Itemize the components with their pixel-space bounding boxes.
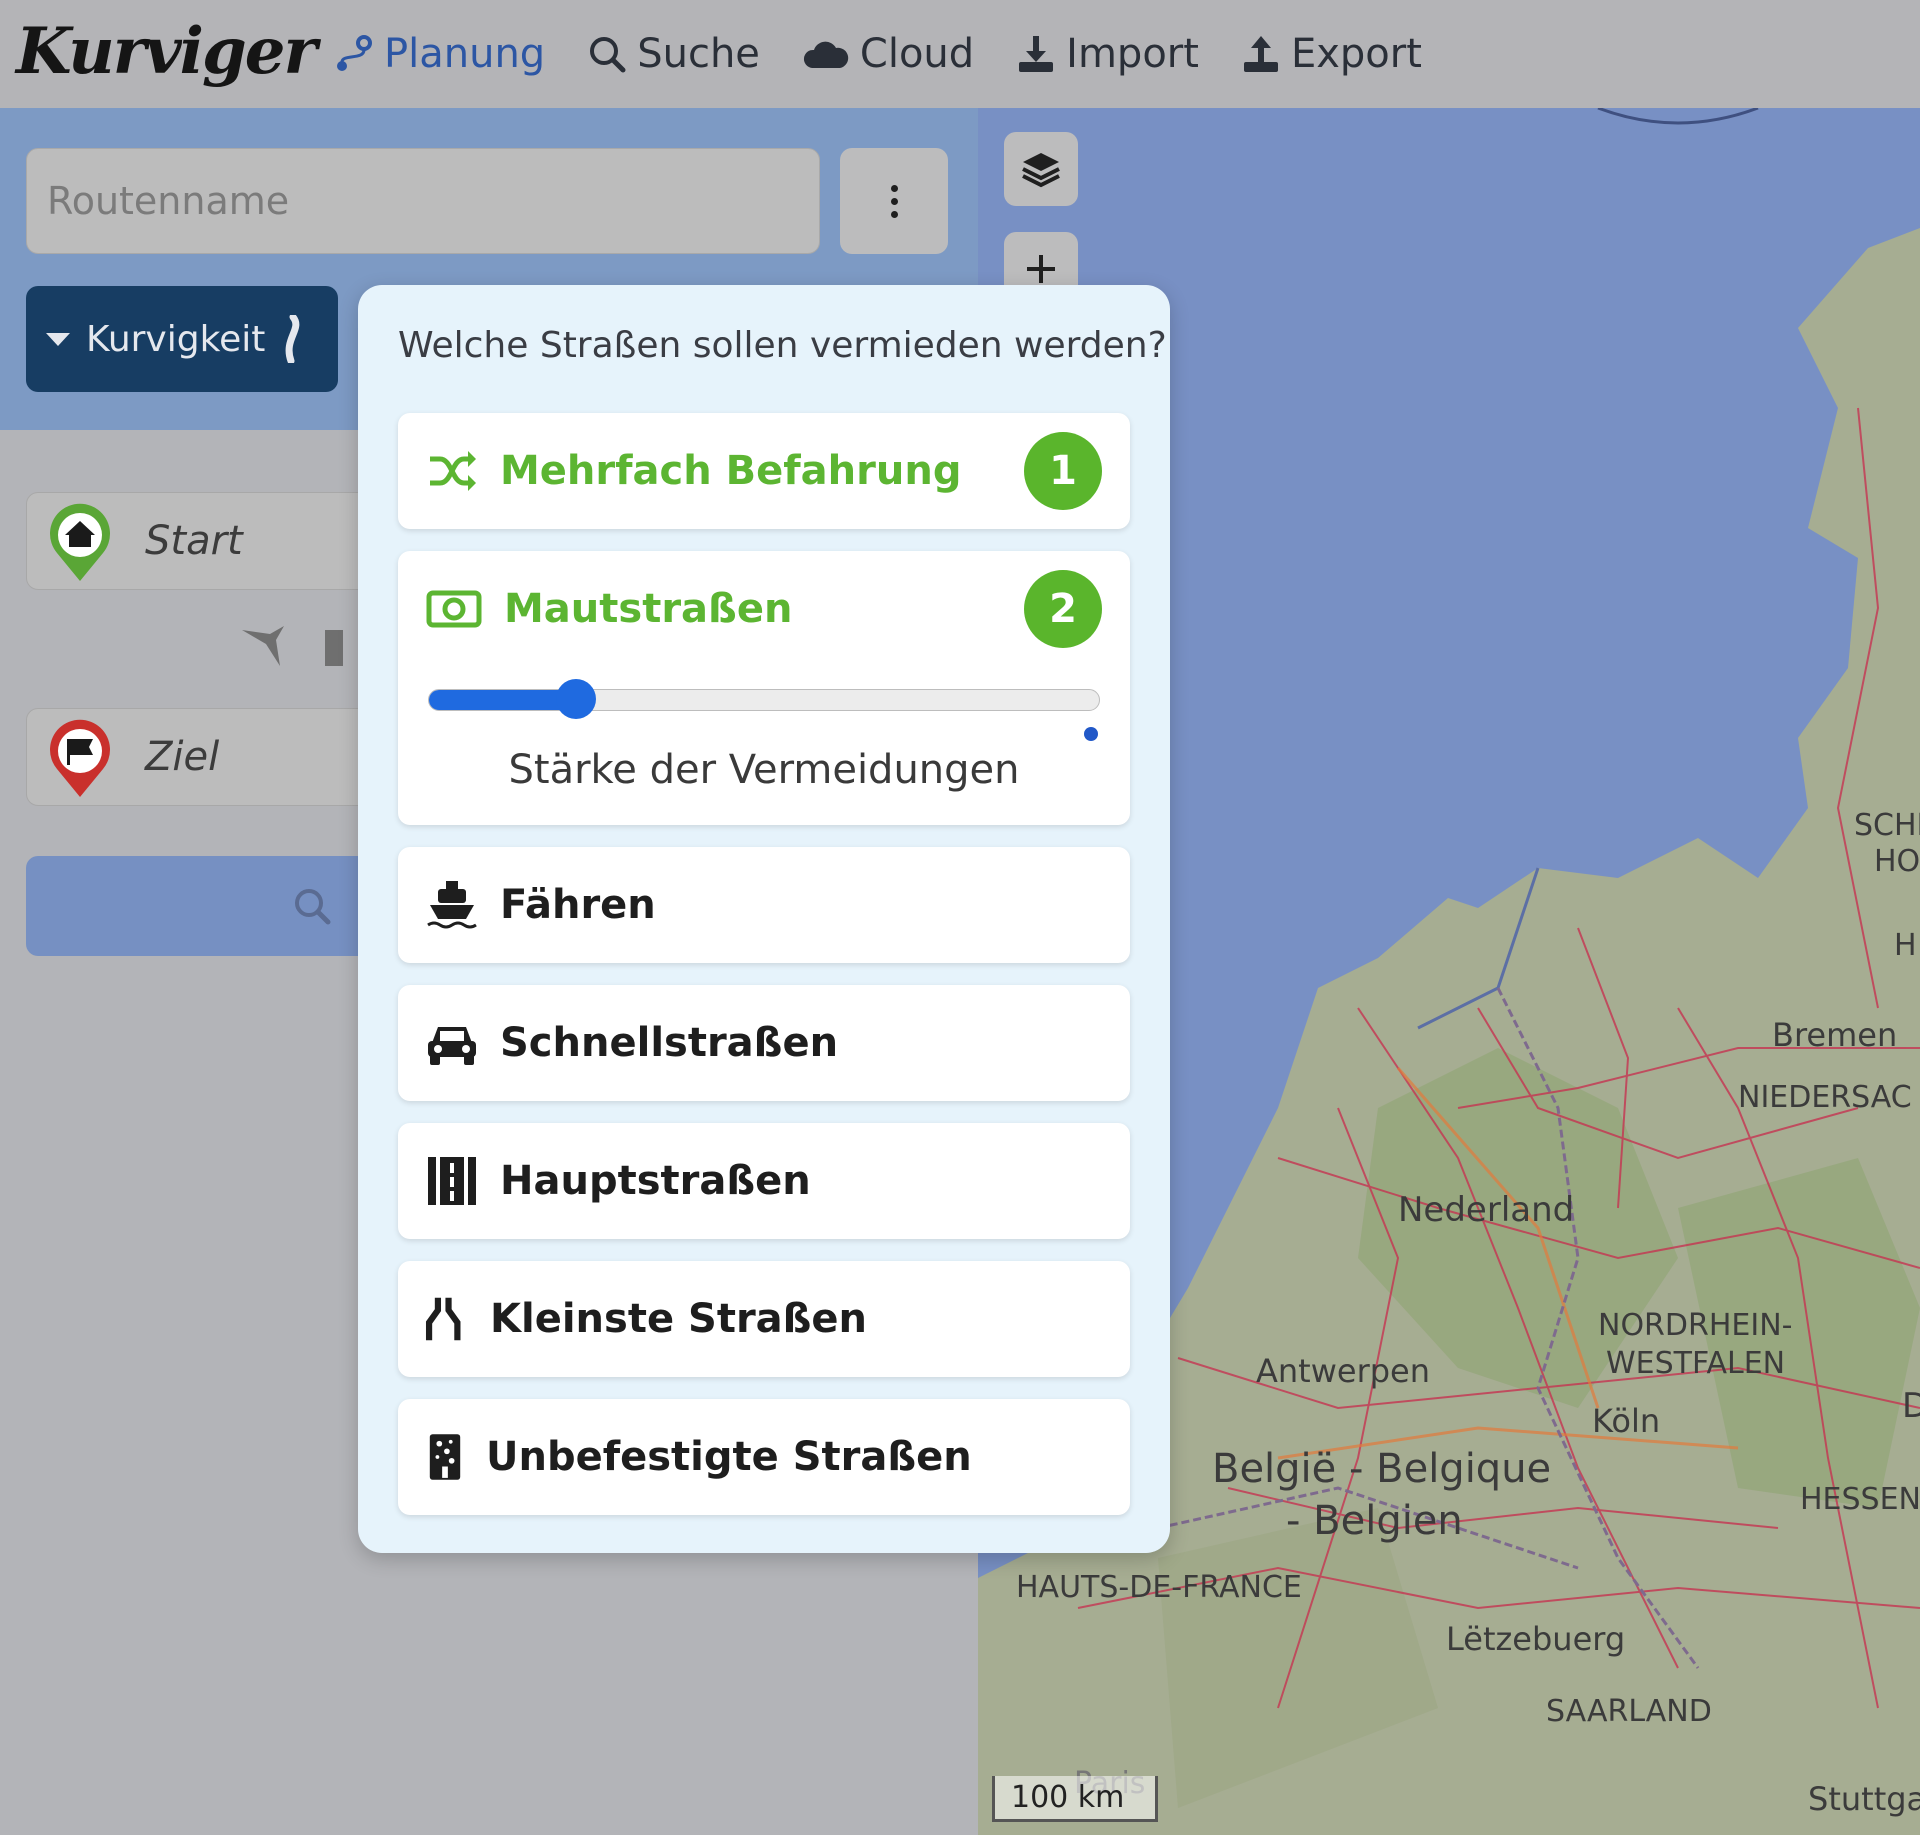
nav-label: Import: [1066, 31, 1199, 77]
routename-input[interactable]: Routenname: [26, 148, 820, 254]
avoid-option-main-roads[interactable]: Hauptstraßen: [398, 1123, 1130, 1239]
slider-max-marker: [1084, 727, 1098, 741]
priority-badge: 1: [1024, 432, 1102, 510]
ferry-icon: [427, 881, 477, 929]
map-label: Köln: [1592, 1402, 1661, 1440]
option-label: Kleinste Straßen: [490, 1296, 868, 1342]
priority-badge: 2: [1024, 570, 1102, 648]
slider-label: Stärke der Vermeidungen: [508, 747, 1020, 793]
nav-export[interactable]: Export: [1241, 31, 1422, 77]
nav-planung[interactable]: Planung: [334, 31, 545, 77]
curviness-label: Kurvigkeit: [86, 318, 266, 360]
option-label: Hauptstraßen: [500, 1158, 811, 1204]
map-label: Antwerpen: [1256, 1352, 1431, 1390]
nav-label: Planung: [384, 31, 546, 77]
nav-suche[interactable]: Suche: [587, 31, 760, 77]
destination-field[interactable]: Ziel: [26, 708, 386, 806]
avoid-option-motorways[interactable]: Schnellstraßen: [398, 985, 1130, 1101]
map-label: NIEDERSAC: [1738, 1080, 1912, 1115]
download-icon: [1019, 36, 1054, 72]
cloud-icon: [803, 41, 849, 68]
route-icon: [337, 35, 372, 71]
map-label: Nederland: [1398, 1190, 1575, 1230]
money-bill-icon: [426, 590, 482, 628]
map-label: België - Belgique: [1212, 1446, 1552, 1492]
home-pin-icon: [50, 503, 110, 581]
avoid-roads-popup: Welche Straßen sollen vermieden werden? …: [358, 285, 1170, 1553]
plus-icon: [1027, 255, 1055, 283]
shuffle-icon: [430, 451, 476, 491]
avoid-option-toll-roads[interactable]: Mautstraßen 2 Stärke der Vermeidungen: [398, 551, 1130, 825]
map-label: SCHL: [1854, 808, 1920, 843]
map-label: WESTFALEN: [1606, 1346, 1786, 1381]
avoid-strength-slider[interactable]: [428, 689, 1100, 711]
more-vertical-icon: [890, 184, 898, 218]
option-row: Fähren: [426, 879, 656, 931]
avoid-option-smallest-roads[interactable]: Kleinste Straßen: [398, 1261, 1130, 1377]
more-options-button[interactable]: [840, 148, 948, 254]
main-nav: Planung Suche Cloud Import Export: [334, 0, 1422, 108]
map-label: HAUTS-DE-FRANCE: [1016, 1570, 1302, 1605]
narrow-road-icon: [425, 1297, 461, 1341]
curvy-road-icon: [286, 315, 300, 363]
map-scale: 100 km: [992, 1776, 1158, 1822]
map-label: NORDRHEIN-: [1598, 1308, 1793, 1343]
option-label: Fähren: [500, 882, 656, 928]
route-tools: [240, 622, 344, 674]
flag-pin-icon: [50, 719, 110, 797]
nav-label: Cloud: [859, 31, 975, 77]
option-row: Kleinste Straßen: [422, 1293, 867, 1345]
swap-icon[interactable]: [319, 622, 344, 670]
destination-placeholder: Ziel: [145, 734, 220, 780]
nav-cloud[interactable]: Cloud: [802, 31, 974, 77]
caret-down-icon: [46, 332, 70, 346]
map-label: Stuttga: [1808, 1780, 1920, 1818]
layers-icon: [1022, 153, 1060, 188]
avoid-option-ferries[interactable]: Fähren: [398, 847, 1130, 963]
option-row: Unbefestigte Straßen: [426, 1431, 972, 1483]
map-label: - Belgien: [1286, 1498, 1463, 1544]
top-navbar: Kurviger Planung Suche Cloud Import Expo…: [0, 0, 1920, 108]
search-icon: [295, 889, 331, 925]
map-label: HESSEN: [1800, 1482, 1920, 1517]
start-placeholder: Start: [145, 518, 243, 564]
nav-label: Export: [1290, 31, 1422, 77]
nav-import[interactable]: Import: [1016, 31, 1199, 77]
option-label: Mautstraßen: [504, 586, 793, 632]
bird-icon[interactable]: [240, 622, 286, 670]
option-row: Schnellstraßen: [426, 1017, 838, 1069]
curviness-dropdown[interactable]: Kurvigkeit: [26, 286, 338, 392]
slider-thumb[interactable]: [555, 679, 596, 719]
avoid-option-multiple-traversal[interactable]: Mehrfach Befahrung 1: [398, 413, 1130, 529]
avoid-option-unpaved-roads[interactable]: Unbefestigte Straßen: [398, 1399, 1130, 1515]
option-label: Mehrfach Befahrung: [500, 448, 962, 494]
car-icon: [428, 1027, 476, 1065]
slider-fill: [429, 690, 577, 710]
map-label: Lëtzebuerg: [1446, 1620, 1626, 1658]
nav-label: Suche: [637, 31, 760, 77]
map-label: SAARLAND: [1546, 1694, 1712, 1729]
map-label: HO: [1874, 844, 1920, 879]
map-label: D: [1902, 1386, 1920, 1426]
dirt-road-icon: [429, 1434, 461, 1480]
map-label: Bremen: [1772, 1016, 1898, 1054]
option-label: Unbefestigte Straßen: [486, 1434, 972, 1480]
map-layers-button[interactable]: [1004, 132, 1078, 206]
app-logo[interactable]: Kurviger: [16, 14, 317, 89]
option-row: Mautstraßen: [426, 583, 792, 635]
search-icon: [590, 37, 626, 73]
option-row: Mehrfach Befahrung: [426, 445, 961, 497]
popup-title: Welche Straßen sollen vermieden werden?: [398, 325, 1167, 366]
start-field[interactable]: Start: [26, 492, 386, 590]
road-icon: [428, 1157, 476, 1205]
upload-icon: [1243, 36, 1278, 72]
option-row: Hauptstraßen: [426, 1155, 811, 1207]
option-label: Schnellstraßen: [500, 1020, 839, 1066]
map-label: H: [1894, 928, 1917, 963]
calculate-route-button[interactable]: [26, 856, 386, 956]
